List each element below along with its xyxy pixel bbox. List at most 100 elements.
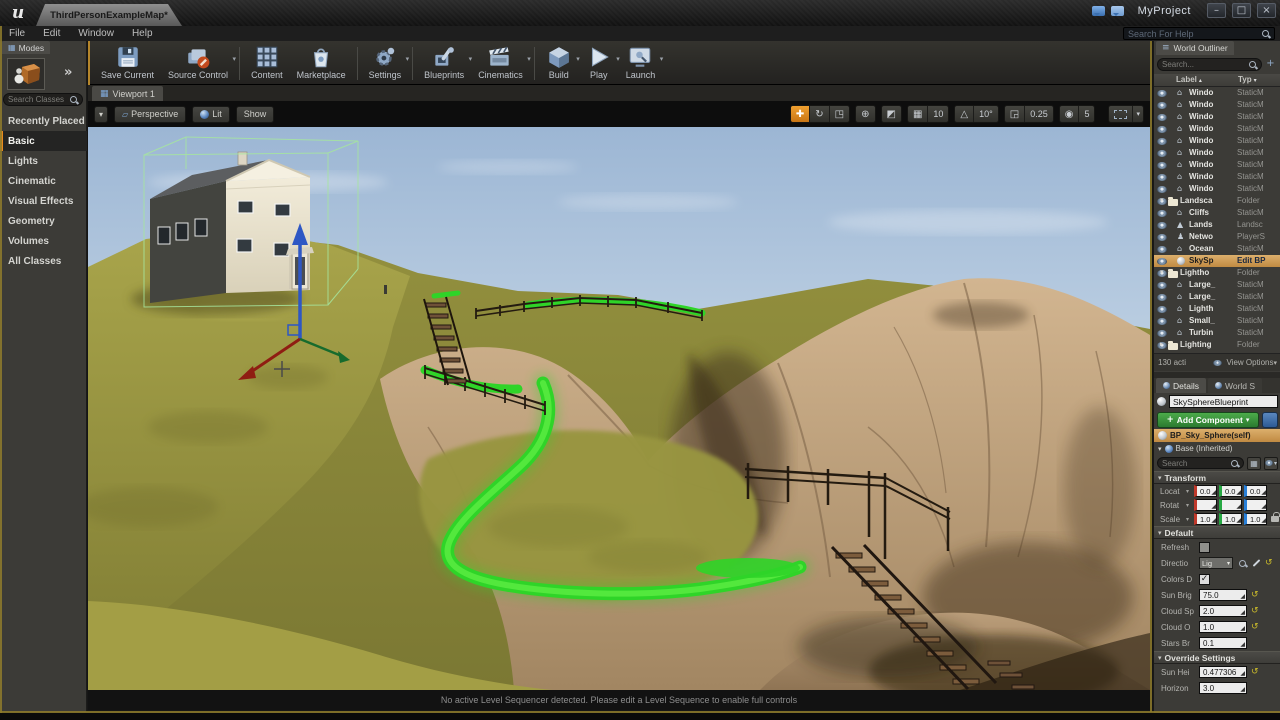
z-value-field[interactable]: 1.0◢ bbox=[1244, 513, 1267, 525]
visibility-eye-icon[interactable] bbox=[1157, 114, 1167, 121]
outliner-row-large--17[interactable]: ⌂Large_StaticM bbox=[1154, 291, 1280, 303]
checkbox[interactable] bbox=[1199, 542, 1210, 553]
drag-widget-icon[interactable]: ◢ bbox=[1261, 517, 1266, 524]
toolbar-launch[interactable]: ▾Launch bbox=[619, 43, 663, 84]
visibility-eye-icon[interactable] bbox=[1157, 306, 1167, 313]
z-value-field[interactable]: 0.0◢ bbox=[1244, 485, 1267, 497]
y-value-field[interactable]: ◢ bbox=[1219, 499, 1242, 511]
outliner-filter-icon[interactable]: + bbox=[1264, 58, 1277, 71]
outliner-row-cliffs-10[interactable]: ⌂CliffsStaticM bbox=[1154, 207, 1280, 219]
drag-widget-icon[interactable]: ◢ bbox=[1240, 609, 1245, 616]
default-section-header[interactable]: ▾ Default bbox=[1154, 526, 1280, 539]
drag-widget-icon[interactable]: ◢ bbox=[1240, 670, 1245, 677]
rotation-snap-toggle[interactable]: △ bbox=[955, 106, 973, 122]
move-tool-button[interactable]: ✚ bbox=[791, 106, 809, 122]
outliner-row-windo-2[interactable]: ⌂WindoStaticM bbox=[1154, 111, 1280, 123]
x-value-field[interactable]: 0.0◢ bbox=[1194, 485, 1217, 497]
visibility-eye-icon[interactable] bbox=[1157, 174, 1167, 181]
close-button[interactable]: × bbox=[1257, 3, 1276, 18]
grid-snap-value[interactable]: 10 bbox=[927, 106, 948, 122]
toolbar-build[interactable]: ▾Build bbox=[539, 43, 579, 84]
visibility-eye-icon[interactable] bbox=[1157, 318, 1167, 325]
drag-widget-icon[interactable]: ◢ bbox=[1240, 593, 1245, 600]
outliner-row-ocean-13[interactable]: ⌂OceanStaticM bbox=[1154, 243, 1280, 255]
view-mode-button[interactable]: Lit bbox=[192, 106, 230, 123]
expander-icon[interactable]: ▾ bbox=[1160, 196, 1164, 204]
type-column-header[interactable]: Typ▾ bbox=[1238, 75, 1257, 84]
lock-icon[interactable] bbox=[1271, 516, 1279, 522]
visibility-eye-icon[interactable] bbox=[1157, 282, 1167, 289]
visibility-eye-icon[interactable] bbox=[1157, 246, 1167, 253]
property-value-field[interactable]: 2.0◢ bbox=[1199, 605, 1247, 617]
expand-modes-icon[interactable]: » bbox=[64, 65, 72, 80]
visibility-eye-icon[interactable] bbox=[1157, 258, 1167, 265]
property-value-field[interactable]: 75.0◢ bbox=[1199, 589, 1247, 601]
outliner-row-large--16[interactable]: ⌂Large_StaticM bbox=[1154, 279, 1280, 291]
outliner-row-windo-8[interactable]: ⌂WindoStaticM bbox=[1154, 183, 1280, 195]
property-value-field[interactable]: 3.0◢ bbox=[1199, 682, 1247, 694]
outliner-row-windo-6[interactable]: ⌂WindoStaticM bbox=[1154, 159, 1280, 171]
outliner-row-windo-1[interactable]: ⌂WindoStaticM bbox=[1154, 99, 1280, 111]
reset-to-default-icon[interactable]: ↺ bbox=[1265, 559, 1273, 568]
outliner-row-netwo-12[interactable]: ♟NetwoPlayerS bbox=[1154, 231, 1280, 243]
menu-help[interactable]: Help bbox=[123, 26, 162, 41]
drag-widget-icon[interactable]: ◢ bbox=[1261, 489, 1266, 496]
outliner-row-lighting-21[interactable]: ▸LightingFolder bbox=[1154, 339, 1280, 351]
outliner-row-windo-3[interactable]: ⌂WindoStaticM bbox=[1154, 123, 1280, 135]
x-value-field[interactable]: ◢ bbox=[1194, 499, 1217, 511]
viewport-tab[interactable]: ▦ Viewport 1 bbox=[92, 86, 163, 101]
search-icon[interactable] bbox=[1238, 559, 1247, 568]
drag-widget-icon[interactable]: ◢ bbox=[1211, 489, 1216, 496]
menu-edit[interactable]: Edit bbox=[34, 26, 69, 41]
visibility-eye-icon[interactable] bbox=[1157, 294, 1167, 301]
outliner-row-small--19[interactable]: ⌂Small_StaticM bbox=[1154, 315, 1280, 327]
override-section-header[interactable]: ▾ Override Settings bbox=[1154, 651, 1280, 664]
rotate-tool-button[interactable]: ↻ bbox=[809, 106, 828, 122]
edit-blueprint-link[interactable]: Edit BP bbox=[1237, 256, 1279, 265]
maximize-viewport-button[interactable] bbox=[1109, 106, 1132, 122]
modes-category-recently-placed[interactable]: Recently Placed bbox=[0, 111, 87, 131]
property-dropdown[interactable]: Lig▾ bbox=[1199, 557, 1233, 569]
caret-down-icon[interactable]: ▾ bbox=[1186, 488, 1194, 495]
modes-category-geometry[interactable]: Geometry bbox=[0, 211, 87, 231]
visibility-eye-icon[interactable] bbox=[1157, 234, 1167, 241]
modes-category-basic[interactable]: Basic bbox=[0, 131, 87, 151]
toolbar-blueprints[interactable]: ▾Blueprints bbox=[417, 43, 471, 84]
visibility-eye-icon[interactable] bbox=[1157, 330, 1167, 337]
chat-bubble-icon-2[interactable] bbox=[1111, 6, 1124, 16]
reset-to-default-icon[interactable]: ↺ bbox=[1251, 591, 1259, 600]
property-value-field[interactable]: 0.1◢ bbox=[1199, 637, 1247, 649]
drag-widget-icon[interactable]: ◢ bbox=[1211, 517, 1216, 524]
visibility-eye-icon[interactable] bbox=[1157, 126, 1167, 133]
drag-widget-icon[interactable]: ◢ bbox=[1236, 503, 1241, 510]
reset-to-default-icon[interactable]: ↺ bbox=[1251, 668, 1259, 677]
y-value-field[interactable]: 1.0◢ bbox=[1219, 513, 1242, 525]
modes-category-cinematic[interactable]: Cinematic bbox=[0, 171, 87, 191]
details-view-options-button[interactable]: ▾ bbox=[1264, 457, 1278, 470]
viewport-canvas[interactable] bbox=[88, 127, 1150, 690]
toolbar-marketplace[interactable]: Marketplace bbox=[290, 43, 353, 84]
visibility-eye-icon[interactable] bbox=[1157, 90, 1167, 97]
caret-down-icon[interactable]: ▾ bbox=[1186, 516, 1194, 523]
viewport-options-button[interactable]: ▾ bbox=[94, 106, 108, 123]
x-value-field[interactable]: 1.0◢ bbox=[1194, 513, 1217, 525]
visibility-eye-icon[interactable] bbox=[1157, 102, 1167, 109]
viewport-layout-dropdown[interactable]: ▾ bbox=[1132, 106, 1143, 122]
help-search-input[interactable]: Search For Help bbox=[1123, 27, 1275, 40]
outliner-row-lightho-15[interactable]: ▾LighthoFolder bbox=[1154, 267, 1280, 279]
rotation-snap-value[interactable]: 10° bbox=[973, 106, 998, 122]
component-base-inherited-[interactable]: ▾Base (Inherited) bbox=[1154, 442, 1280, 455]
modes-category-visual-effects[interactable]: Visual Effects bbox=[0, 191, 87, 211]
toolbar-save-current[interactable]: Save Current bbox=[94, 43, 161, 84]
drag-widget-icon[interactable]: ◢ bbox=[1240, 625, 1245, 632]
scale-snap-value[interactable]: 0.25 bbox=[1024, 106, 1053, 122]
chat-bubble-icon[interactable] bbox=[1092, 6, 1105, 16]
modes-tab[interactable]: ▦ Modes bbox=[2, 41, 50, 54]
drag-widget-icon[interactable]: ◢ bbox=[1240, 686, 1245, 693]
outliner-row-windo-7[interactable]: ⌂WindoStaticM bbox=[1154, 171, 1280, 183]
toolbar-cinematics[interactable]: ▾Cinematics bbox=[471, 43, 530, 84]
level-tab[interactable]: ThirdPersonExampleMap* bbox=[36, 4, 182, 26]
drag-widget-icon[interactable]: ◢ bbox=[1261, 503, 1266, 510]
modes-category-all-classes[interactable]: All Classes bbox=[0, 251, 87, 271]
world-local-toggle[interactable]: ⊕ bbox=[856, 106, 874, 122]
